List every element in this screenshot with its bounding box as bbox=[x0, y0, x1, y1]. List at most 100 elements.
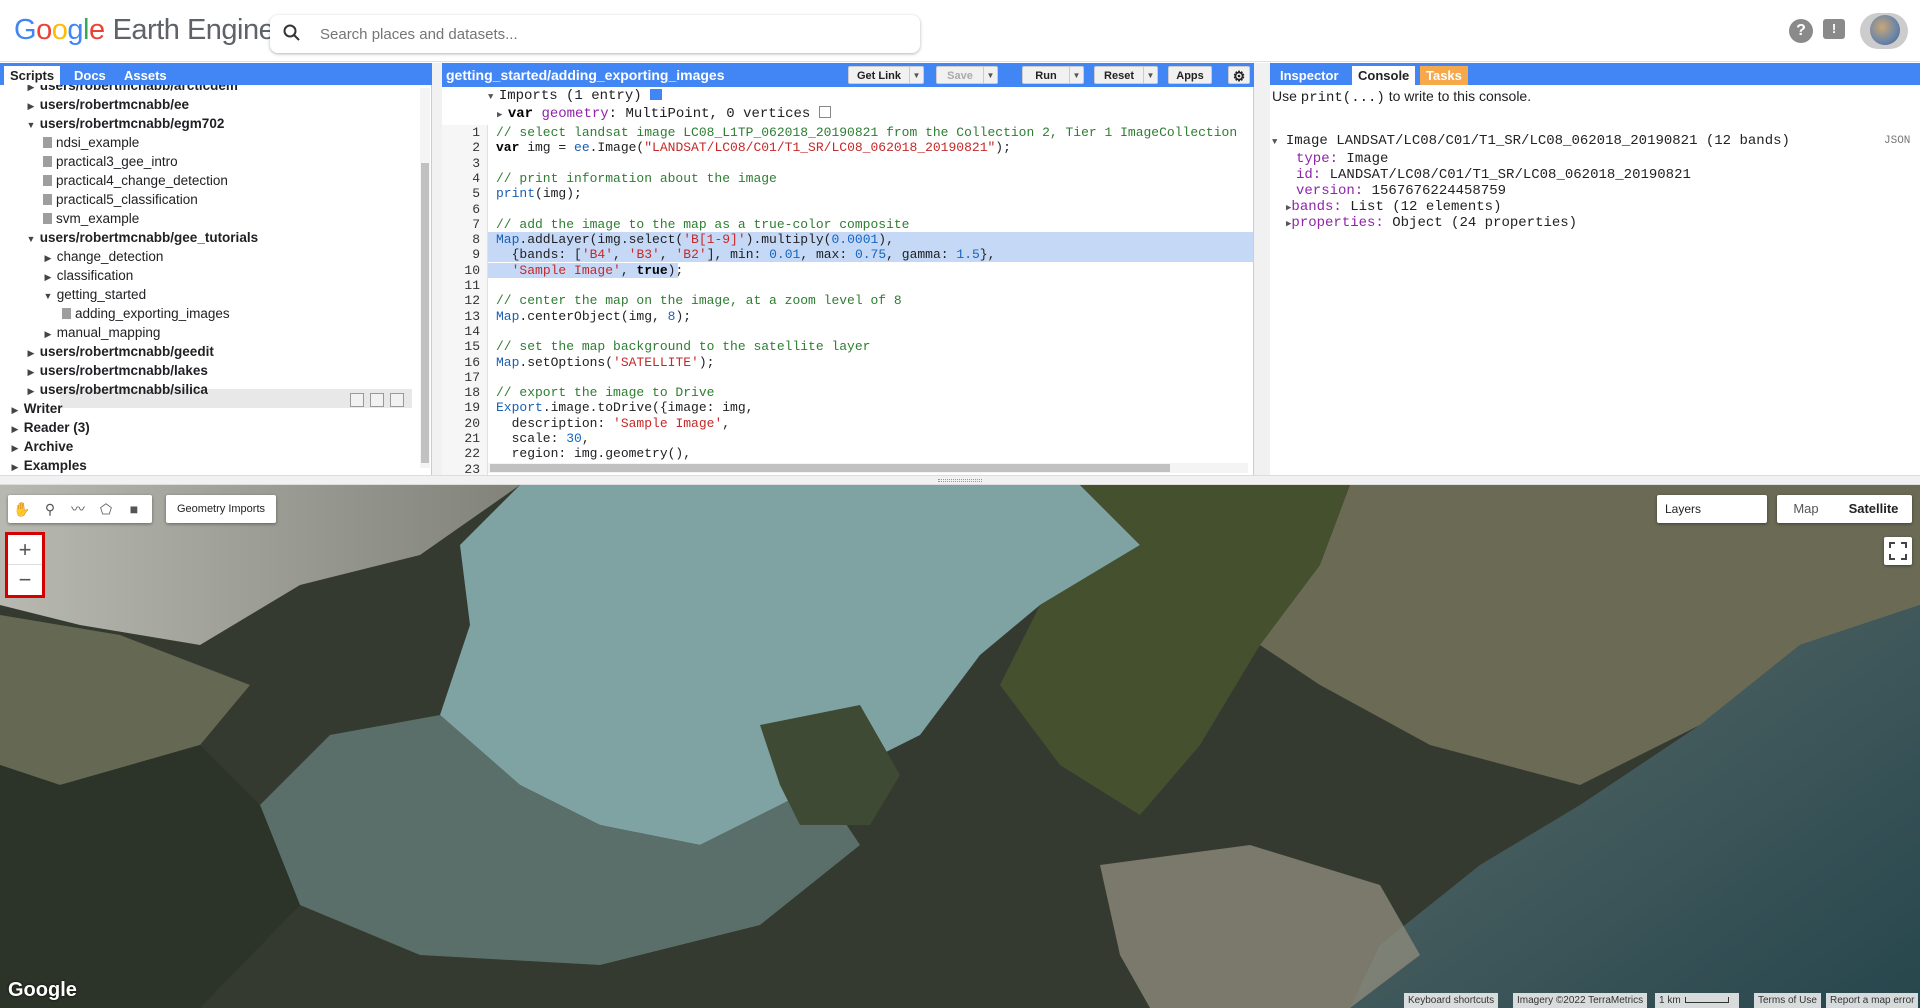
help-icon[interactable]: ? bbox=[1789, 19, 1813, 43]
imports-show-icon[interactable] bbox=[650, 89, 663, 100]
chevron-down-icon[interactable]: ▼ bbox=[43, 287, 53, 306]
chevron-down-icon[interactable]: ▼ bbox=[1143, 67, 1157, 83]
chevron-right-icon[interactable]: ▶ bbox=[10, 458, 20, 475]
get-link-button[interactable]: Get Link ▼ bbox=[848, 66, 924, 84]
json-toggle[interactable]: JSON bbox=[1884, 135, 1910, 147]
code-line[interactable]: 3 bbox=[442, 156, 1242, 171]
editor-hscrollbar[interactable] bbox=[488, 463, 1248, 473]
editor-hscroll-thumb[interactable] bbox=[490, 464, 1170, 472]
tree-item[interactable]: ▶ Examples bbox=[10, 456, 87, 475]
code-line[interactable]: 11 bbox=[442, 278, 1242, 293]
code-line[interactable]: 9 {bands: ['B4', 'B3', 'B2'], min: 0.01,… bbox=[442, 247, 1253, 263]
tree-item[interactable]: ▼ users/robertmcnabb/gee_tutorials bbox=[26, 228, 259, 249]
code-line[interactable]: 8 Map.addLayer(img.select('B[1-9]').multi… bbox=[442, 232, 1253, 248]
tab-tasks[interactable]: Tasks bbox=[1420, 66, 1468, 85]
code-line[interactable]: 2 var img = ee.Image("LANDSAT/LC08/C01/T1… bbox=[442, 140, 1242, 155]
code-line[interactable]: 12 // center the map on the image, at a z… bbox=[442, 293, 1242, 308]
tree-item[interactable]: ▶ Reader (3) bbox=[10, 418, 90, 437]
code-line[interactable]: 5 print(img); bbox=[442, 186, 1242, 201]
account-avatar[interactable] bbox=[1860, 13, 1908, 49]
rename-icon[interactable] bbox=[370, 393, 384, 408]
gear-icon[interactable]: ⚙ bbox=[1228, 66, 1250, 84]
tree-item[interactable]: ▶ Writer bbox=[10, 399, 63, 418]
map-type-map[interactable]: Map bbox=[1777, 495, 1835, 523]
code-editor[interactable]: ▼ Imports (1 entry) ▶ var geometry: Mult… bbox=[442, 87, 1254, 475]
tree-item[interactable]: ▶ change_detection bbox=[43, 247, 164, 266]
google-earth-engine-logo[interactable]: Google Earth Engine bbox=[14, 14, 275, 47]
tree-item[interactable]: practical4_change_detection bbox=[43, 171, 228, 190]
code-line[interactable]: 18 // export the image to Drive bbox=[442, 385, 1242, 400]
tab-assets[interactable]: Assets bbox=[118, 66, 173, 85]
tab-inspector[interactable]: Inspector bbox=[1274, 66, 1345, 85]
tree-item[interactable]: practical3_gee_intro bbox=[43, 152, 178, 171]
map-type-satellite[interactable]: Satellite bbox=[1835, 495, 1912, 523]
code-line[interactable]: 16 Map.setOptions('SATELLITE'); bbox=[442, 355, 1242, 370]
chevron-down-icon[interactable]: ▼ bbox=[1069, 67, 1083, 83]
polygon-icon[interactable]: ⬠ bbox=[92, 495, 120, 523]
code-line[interactable]: 19 Export.image.toDrive({image: img, bbox=[442, 400, 1242, 415]
marker-icon[interactable]: ⚲ bbox=[36, 495, 64, 523]
scale-bar[interactable]: 1 km bbox=[1655, 993, 1739, 1008]
chevron-down-icon[interactable]: ▼ bbox=[26, 230, 36, 249]
scripts-scrollbar-thumb[interactable] bbox=[421, 163, 429, 463]
tree-item[interactable]: ▶ classification bbox=[43, 266, 134, 285]
imports-header[interactable]: ▼ Imports (1 entry) bbox=[488, 88, 663, 104]
report-map-error-link[interactable]: Report a map error bbox=[1826, 993, 1919, 1008]
run-button[interactable]: Run ▼ bbox=[1022, 66, 1084, 84]
map-divider[interactable] bbox=[0, 475, 1920, 485]
reset-button[interactable]: Reset ▼ bbox=[1094, 66, 1158, 84]
code-line[interactable]: 4 // print information about the image bbox=[442, 171, 1242, 186]
tree-item[interactable]: ▼ users/robertmcnabb/egm702 bbox=[26, 114, 225, 133]
delete-icon[interactable] bbox=[390, 393, 404, 408]
zoom-out-button[interactable]: − bbox=[8, 565, 42, 595]
line-icon[interactable]: 〰 bbox=[64, 495, 92, 523]
code-line[interactable]: 20 description: 'Sample Image', bbox=[442, 416, 1242, 431]
tree-item[interactable]: ▶ manual_mapping bbox=[43, 323, 161, 342]
zoom-in-button[interactable]: + bbox=[8, 535, 42, 565]
drag-handle[interactable] bbox=[938, 479, 982, 482]
tab-docs[interactable]: Docs bbox=[68, 66, 112, 85]
history-icon[interactable] bbox=[350, 393, 364, 408]
code-line[interactable]: 14 bbox=[442, 324, 1242, 339]
search-box[interactable] bbox=[270, 15, 920, 53]
code-line[interactable]: 6 bbox=[442, 202, 1242, 217]
apps-button[interactable]: Apps bbox=[1168, 66, 1212, 84]
imports-entry[interactable]: ▶ var geometry: MultiPoint, 0 vertices bbox=[497, 106, 831, 122]
tree-item[interactable]: adding_exporting_images bbox=[62, 304, 230, 323]
geometry-imports-button[interactable]: Geometry Imports bbox=[166, 495, 276, 523]
terms-of-use-link[interactable]: Terms of Use bbox=[1754, 993, 1821, 1008]
code-line[interactable]: 15 // set the map background to the satel… bbox=[442, 339, 1242, 354]
panel-divider-left[interactable] bbox=[432, 63, 442, 475]
map-view[interactable]: ✋ ⚲ 〰 ⬠ ■ Geometry Imports + − Layers Map Sa… bbox=[0, 485, 1920, 1008]
code-line[interactable]: 21 scale: 30, bbox=[442, 431, 1242, 446]
tree-item[interactable]: ▶ users/robertmcnabb/arcticdem bbox=[26, 85, 238, 95]
panel-divider-right[interactable] bbox=[1254, 63, 1270, 475]
tree-item[interactable]: ▶ users/robertmcnabb/silica bbox=[26, 380, 208, 399]
delete-import-icon[interactable] bbox=[818, 106, 831, 118]
console-property[interactable]: ▶properties: Object (24 properties) bbox=[1286, 215, 1577, 231]
image-object-header[interactable]: ▼ Image LANDSAT/LC08/C01/T1_SR/LC08_0620… bbox=[1272, 133, 1790, 149]
feedback-icon[interactable]: ! bbox=[1823, 19, 1845, 39]
code-line[interactable]: 17 bbox=[442, 370, 1242, 385]
console-property[interactable]: ▶bands: List (12 elements) bbox=[1286, 199, 1501, 215]
tree-item[interactable]: ▶ users/robertmcnabb/geedit bbox=[26, 342, 214, 361]
code-line[interactable]: 10 'Sample Image', true); bbox=[442, 262, 1242, 278]
scripts-scrollbar[interactable] bbox=[420, 88, 430, 468]
rectangle-icon[interactable]: ■ bbox=[120, 495, 148, 523]
tab-scripts[interactable]: Scripts bbox=[4, 66, 61, 85]
keyboard-shortcuts-link[interactable]: Keyboard shortcuts bbox=[1404, 993, 1499, 1008]
tree-item[interactable]: practical5_classification bbox=[43, 190, 198, 209]
code-line[interactable]: 13 Map.centerObject(img, 8); bbox=[442, 309, 1242, 324]
tab-console[interactable]: Console bbox=[1352, 66, 1416, 85]
fullscreen-icon[interactable] bbox=[1884, 537, 1912, 565]
tree-item[interactable]: ▼ getting_started bbox=[43, 285, 147, 306]
save-button[interactable]: Save ▼ bbox=[936, 66, 998, 84]
chevron-down-icon[interactable]: ▼ bbox=[983, 67, 997, 83]
tree-item[interactable]: ▶ Archive bbox=[10, 437, 74, 456]
tree-item[interactable]: ▶ users/robertmcnabb/lakes bbox=[26, 361, 208, 380]
code-line[interactable]: 1 // select landsat image LC08_L1TP_06201… bbox=[442, 125, 1242, 140]
chevron-down-icon[interactable]: ▼ bbox=[909, 67, 923, 83]
code-line[interactable]: 7 // add the image to the map as a true-c… bbox=[442, 217, 1242, 232]
tree-item[interactable]: ndsi_example bbox=[43, 133, 139, 152]
pan-hand-icon[interactable]: ✋ bbox=[8, 495, 36, 523]
